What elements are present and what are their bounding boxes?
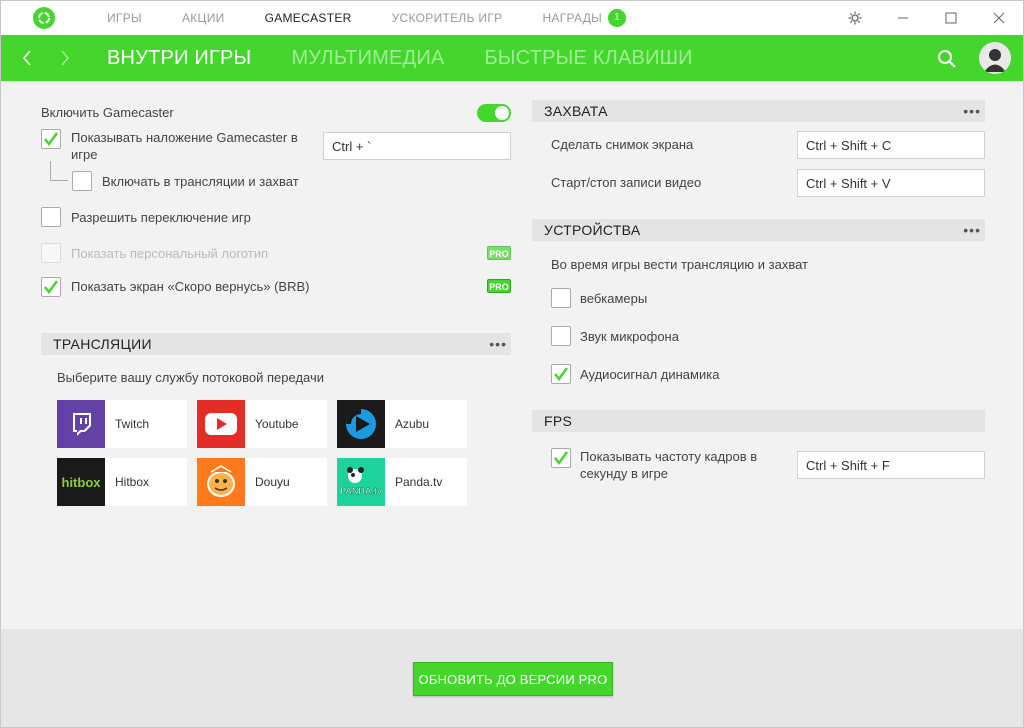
overlay-hotkey-input[interactable]: Ctrl + `: [323, 132, 511, 160]
sub-tabs: ВНУТРИ ИГРЫ МУЛЬТИМЕДИА БЫСТРЫЕ КЛАВИШИ: [107, 35, 733, 81]
allow-game-switch-checkbox[interactable]: [41, 207, 61, 227]
tab-in-game[interactable]: ВНУТРИ ИГРЫ: [107, 47, 251, 70]
topnav-deals[interactable]: АКЦИИ: [182, 11, 225, 25]
fps-hotkey-input[interactable]: Ctrl + Shift + F: [797, 451, 985, 479]
capture-section-header: ЗАХВАТА •••: [532, 100, 985, 122]
service-hitbox[interactable]: hitbox Hitbox: [57, 458, 187, 506]
tree-connector: [50, 161, 68, 181]
service-panda[interactable]: PANDA.tv Panda.tv: [337, 458, 467, 506]
minimize-icon[interactable]: [879, 1, 927, 35]
douyu-icon: [197, 458, 245, 506]
sub-navigation-bar: ВНУТРИ ИГРЫ МУЛЬТИМЕДИА БЫСТРЫЕ КЛАВИШИ: [1, 35, 1023, 81]
show-fps-checkbox[interactable]: [551, 448, 571, 468]
pro-badge: PRO: [487, 279, 511, 293]
pro-badge: PRO: [487, 246, 511, 260]
show-overlay-checkbox[interactable]: [41, 129, 61, 149]
mic-label: Звук микрофона: [580, 329, 679, 344]
service-twitch[interactable]: Twitch: [57, 400, 187, 448]
maximize-icon[interactable]: [927, 1, 975, 35]
personal-logo-label: Показать персональный логотип: [71, 246, 269, 261]
topnav-game-booster[interactable]: УСКОРИТЕЛЬ ИГР: [392, 11, 503, 25]
checkmark-icon: [554, 451, 569, 466]
more-options-icon[interactable]: •••: [489, 336, 507, 352]
more-options-icon[interactable]: •••: [963, 222, 981, 238]
show-brb-label: Показать экран «Скоро вернусь» (BRB): [71, 279, 310, 294]
hitbox-icon: hitbox: [57, 458, 105, 506]
fps-title: FPS: [544, 413, 573, 429]
broadcasts-prompt: Выберите вашу службу потоковой передачи: [57, 370, 325, 385]
show-fps-label: Показывать частоту кадров в секунду в иг…: [580, 449, 758, 481]
youtube-icon: [197, 400, 245, 448]
topnav-gamecaster[interactable]: GAMECASTER: [265, 11, 352, 25]
topnav-rewards-label: НАГРАДЫ: [542, 11, 603, 25]
window-controls: [831, 1, 1023, 35]
more-options-icon[interactable]: •••: [963, 103, 981, 119]
svg-text:PANDA.tv: PANDA.tv: [341, 486, 381, 496]
record-hotkey-input[interactable]: Ctrl + Shift + V: [797, 169, 985, 197]
user-avatar[interactable]: [979, 42, 1011, 74]
topnav-games[interactable]: ИГРЫ: [107, 11, 142, 25]
forward-arrow-icon[interactable]: [53, 46, 77, 70]
enable-gamecaster-toggle[interactable]: [477, 104, 511, 122]
tab-hotkeys[interactable]: БЫСТРЫЕ КЛАВИШИ: [484, 47, 692, 70]
broadcasts-section-header: ТРАНСЛЯЦИИ •••: [41, 333, 511, 355]
speaker-label: Аудиосигнал динамика: [580, 367, 720, 382]
capture-title: ЗАХВАТА: [544, 103, 608, 119]
service-name: Twitch: [115, 417, 150, 431]
back-arrow-icon[interactable]: [15, 46, 39, 70]
broadcasts-title: ТРАНСЛЯЦИИ: [53, 336, 152, 352]
tab-multimedia[interactable]: МУЛЬТИМЕДИА: [291, 47, 444, 70]
devices-title: УСТРОЙСТВА: [544, 222, 641, 238]
service-azubu[interactable]: Azubu: [337, 400, 467, 448]
search-icon[interactable]: [935, 47, 959, 71]
topnav-rewards[interactable]: НАГРАДЫ 1: [542, 9, 627, 27]
azubu-icon: [337, 400, 385, 448]
speaker-checkbox[interactable]: [551, 364, 571, 384]
toggle-knob: [495, 106, 509, 120]
top-navigation-bar: ИГРЫ АКЦИИ GAMECASTER УСКОРИТЕЛЬ ИГР НАГ…: [1, 1, 1023, 35]
checkmark-icon: [44, 132, 59, 147]
checkmark-icon: [554, 367, 569, 382]
service-name: Douyu: [255, 475, 290, 489]
service-name: Hitbox: [115, 475, 150, 489]
service-douyu[interactable]: Douyu: [197, 458, 327, 506]
checkmark-icon: [44, 280, 59, 295]
top-nav: ИГРЫ АКЦИИ GAMECASTER УСКОРИТЕЛЬ ИГР НАГ…: [107, 1, 666, 35]
allow-game-switch-label: Разрешить переключение игр: [71, 210, 251, 225]
record-label: Старт/стоп записи видео: [551, 175, 702, 190]
close-icon[interactable]: [975, 1, 1023, 35]
upgrade-to-pro-button[interactable]: ОБНОВИТЬ ДО ВЕРСИИ PRO: [413, 662, 613, 696]
panda-icon: PANDA.tv: [337, 458, 385, 506]
webcam-checkbox[interactable]: [551, 288, 571, 308]
devices-section-header: УСТРОЙСТВА •••: [532, 219, 985, 241]
service-youtube[interactable]: Youtube: [197, 400, 327, 448]
twitch-icon: [57, 400, 105, 448]
include-in-stream-checkbox[interactable]: [72, 171, 92, 191]
settings-gear-icon[interactable]: [831, 1, 879, 35]
service-name: Azubu: [395, 417, 430, 431]
show-brb-checkbox[interactable]: [41, 277, 61, 297]
enable-gamecaster-label: Включить Gamecaster: [41, 105, 174, 120]
devices-prompt: Во время игры вести трансляцию и захват: [551, 257, 808, 272]
service-name: Youtube: [255, 417, 299, 431]
razer-logo-icon[interactable]: [33, 7, 55, 29]
mic-checkbox[interactable]: [551, 326, 571, 346]
history-arrows: [15, 46, 91, 70]
include-in-stream-label: Включать в трансляции и захват: [102, 174, 299, 189]
webcam-label: вебкамеры: [580, 291, 648, 306]
rewards-badge: 1: [608, 9, 627, 27]
show-overlay-label: Показывать наложение Gamecaster в игре: [71, 130, 298, 162]
app-window: ИГРЫ АКЦИИ GAMECASTER УСКОРИТЕЛЬ ИГР НАГ…: [0, 0, 1024, 728]
screenshot-hotkey-input[interactable]: Ctrl + Shift + C: [797, 131, 985, 159]
fps-section-header: FPS: [532, 410, 985, 432]
personal-logo-checkbox: [41, 243, 61, 263]
svg-text:hitbox: hitbox: [62, 475, 102, 490]
service-name: Panda.tv: [395, 475, 443, 489]
screenshot-label: Сделать снимок экрана: [551, 137, 694, 152]
